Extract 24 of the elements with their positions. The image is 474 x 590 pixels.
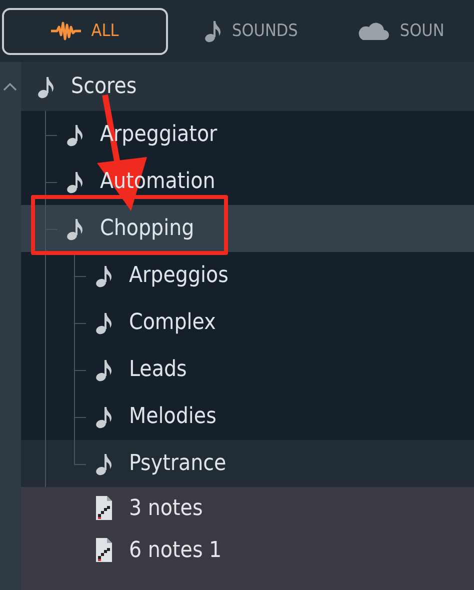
music-note-icon	[66, 216, 84, 240]
folder-item[interactable]: Melodies	[21, 393, 474, 440]
music-note-icon	[66, 122, 84, 146]
folder-item[interactable]: Chopping	[21, 205, 474, 252]
music-note-icon	[37, 74, 55, 98]
tab[interactable]: SOUN	[334, 8, 446, 54]
music-note-icon	[95, 310, 113, 334]
folder-item[interactable]: Complex	[21, 299, 474, 346]
tab[interactable]: ALL	[2, 8, 168, 54]
folder-item[interactable]: Arpeggios	[21, 252, 474, 299]
folder-item[interactable]: Psytrance	[21, 440, 474, 487]
folder-item[interactable]: Scores	[21, 62, 474, 111]
tab[interactable]: SOUNDS	[182, 8, 320, 54]
music-note-icon	[95, 452, 113, 476]
waveform-icon	[51, 21, 82, 41]
music-note-icon	[204, 19, 222, 43]
score-file-icon	[95, 495, 113, 521]
score-file-icon	[95, 537, 113, 563]
music-note-icon	[95, 264, 113, 288]
music-note-icon	[95, 404, 113, 428]
collapse-caret-icon[interactable]	[3, 82, 17, 91]
music-note-icon	[95, 358, 113, 382]
folder-item[interactable]: Leads	[21, 346, 474, 393]
music-note-icon	[66, 170, 84, 194]
